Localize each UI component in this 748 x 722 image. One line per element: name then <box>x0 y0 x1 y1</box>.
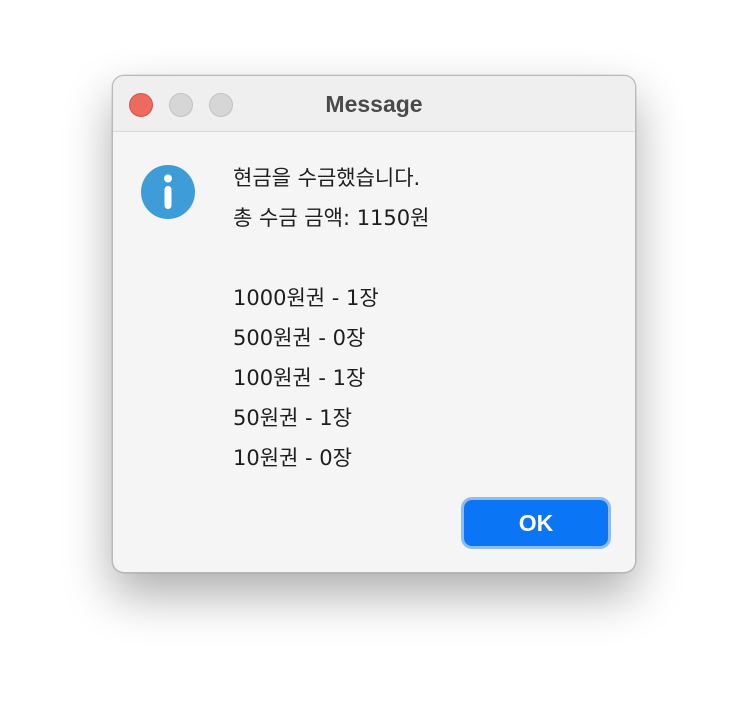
message-line-total: 총 수금 금액: 1150원 <box>233 206 430 230</box>
message-line-heading: 현금을 수금했습니다. <box>233 166 421 190</box>
message-line-1000: 1000원권 - 1장 <box>233 286 379 310</box>
message-line-spacer <box>233 238 613 278</box>
message-line-50: 50원권 - 1장 <box>233 406 352 430</box>
info-icon <box>141 165 195 219</box>
message-dialog: Message 현금을 수금했습니다. 총 수금 금액: 1150원 1000원… <box>112 75 636 573</box>
dialog-title: Message <box>325 91 423 117</box>
title-bar: Message <box>113 76 635 132</box>
message-line-500: 500원권 - 0장 <box>233 326 366 350</box>
ok-button[interactable]: OK <box>461 497 611 549</box>
message-line-100: 100원권 - 1장 <box>233 366 366 390</box>
message-text: 현금을 수금했습니다. 총 수금 금액: 1150원 1000원권 - 1장 5… <box>233 158 613 478</box>
message-line-10: 10원권 - 0장 <box>233 446 352 470</box>
